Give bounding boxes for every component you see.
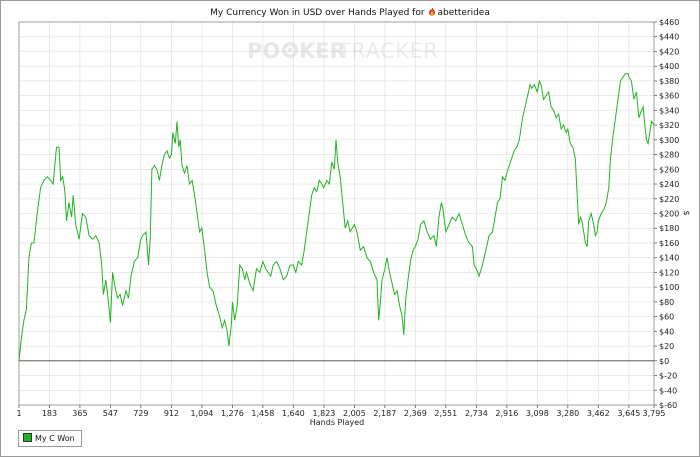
y-tick-label: $180 [659, 224, 679, 233]
x-tick-label: 3,645 [617, 409, 640, 418]
x-tick-label: 2,369 [404, 409, 427, 418]
x-tick-label: 2,551 [434, 409, 457, 418]
y-tick-label: $280 [659, 151, 679, 160]
x-tick-label: 912 [164, 409, 179, 418]
x-tick-label: 2,187 [373, 409, 396, 418]
y-tick-label: $340 [659, 106, 679, 115]
y-tick-label: $160 [659, 239, 679, 248]
x-tick-label: 547 [103, 409, 118, 418]
y-tick-label: $240 [659, 180, 679, 189]
watermark-po: PO [247, 39, 280, 63]
y-tick-label: $460 [659, 18, 679, 27]
y-tick-label: $380 [659, 77, 679, 86]
y-tick-label: $420 [659, 47, 679, 56]
y-tick-label: $60 [659, 313, 674, 322]
x-tick-label: 1,458 [251, 409, 274, 418]
y-tick-label: $220 [659, 195, 679, 204]
x-tick-label: 2,734 [465, 409, 488, 418]
x-tick-label: 1,094 [190, 409, 213, 418]
y-tick-label: $140 [659, 254, 679, 263]
y-tick-label: $80 [659, 298, 674, 307]
x-tick-label: 2,005 [343, 409, 366, 418]
y-tick-label: $200 [659, 210, 679, 219]
watermark-tracker: TRACKER [337, 39, 438, 63]
legend-swatch [23, 433, 32, 442]
y-tick-label: $120 [659, 268, 679, 277]
x-tick-label: 3,795 [643, 409, 666, 418]
y-tick-label: $360 [659, 92, 679, 101]
y-tick-label: $440 [659, 33, 679, 42]
y-tick-label: $0 [659, 357, 669, 366]
y-tick-label: $320 [659, 121, 679, 130]
pokertracker-watermark: PO KER TRACKER [247, 39, 438, 63]
poker-chip-icon [282, 42, 298, 58]
x-tick-label: 3,462 [587, 409, 610, 418]
x-tick-label: 1,640 [282, 409, 305, 418]
y-tick-label: $260 [659, 165, 679, 174]
y-tick-label: $400 [659, 62, 679, 71]
chart-svg: PO KER TRACKER $-60$-40$-20$0$20$40$60$8… [16, 18, 691, 427]
axes [18, 21, 657, 408]
y-axis-label: $ [682, 210, 691, 215]
x-tick-label: 3,098 [526, 409, 549, 418]
x-axis-label: Hands Played [310, 418, 364, 427]
legend: My C Won [18, 430, 82, 447]
series-line-my-c-won [18, 73, 655, 361]
x-tick-label: 1,823 [312, 409, 335, 418]
x-tick-label: 1 [16, 409, 21, 418]
y-tick-label: $20 [659, 342, 674, 351]
x-tick-label: 365 [72, 409, 87, 418]
x-tick-label: 729 [133, 409, 148, 418]
x-tick-label: 3,280 [556, 409, 579, 418]
x-tick-label: 2,916 [495, 409, 518, 418]
y-tick-label: $40 [659, 327, 674, 336]
y-tick-label: $-40 [659, 386, 677, 395]
x-tick-label: 1,276 [221, 409, 244, 418]
y-tick-label: $-20 [659, 372, 677, 381]
y-tick-label: $300 [659, 136, 679, 145]
y-tick-label: $100 [659, 283, 679, 292]
grid-lines [18, 21, 655, 406]
x-tick-label: 183 [42, 409, 57, 418]
legend-label: My C Won [35, 434, 75, 443]
